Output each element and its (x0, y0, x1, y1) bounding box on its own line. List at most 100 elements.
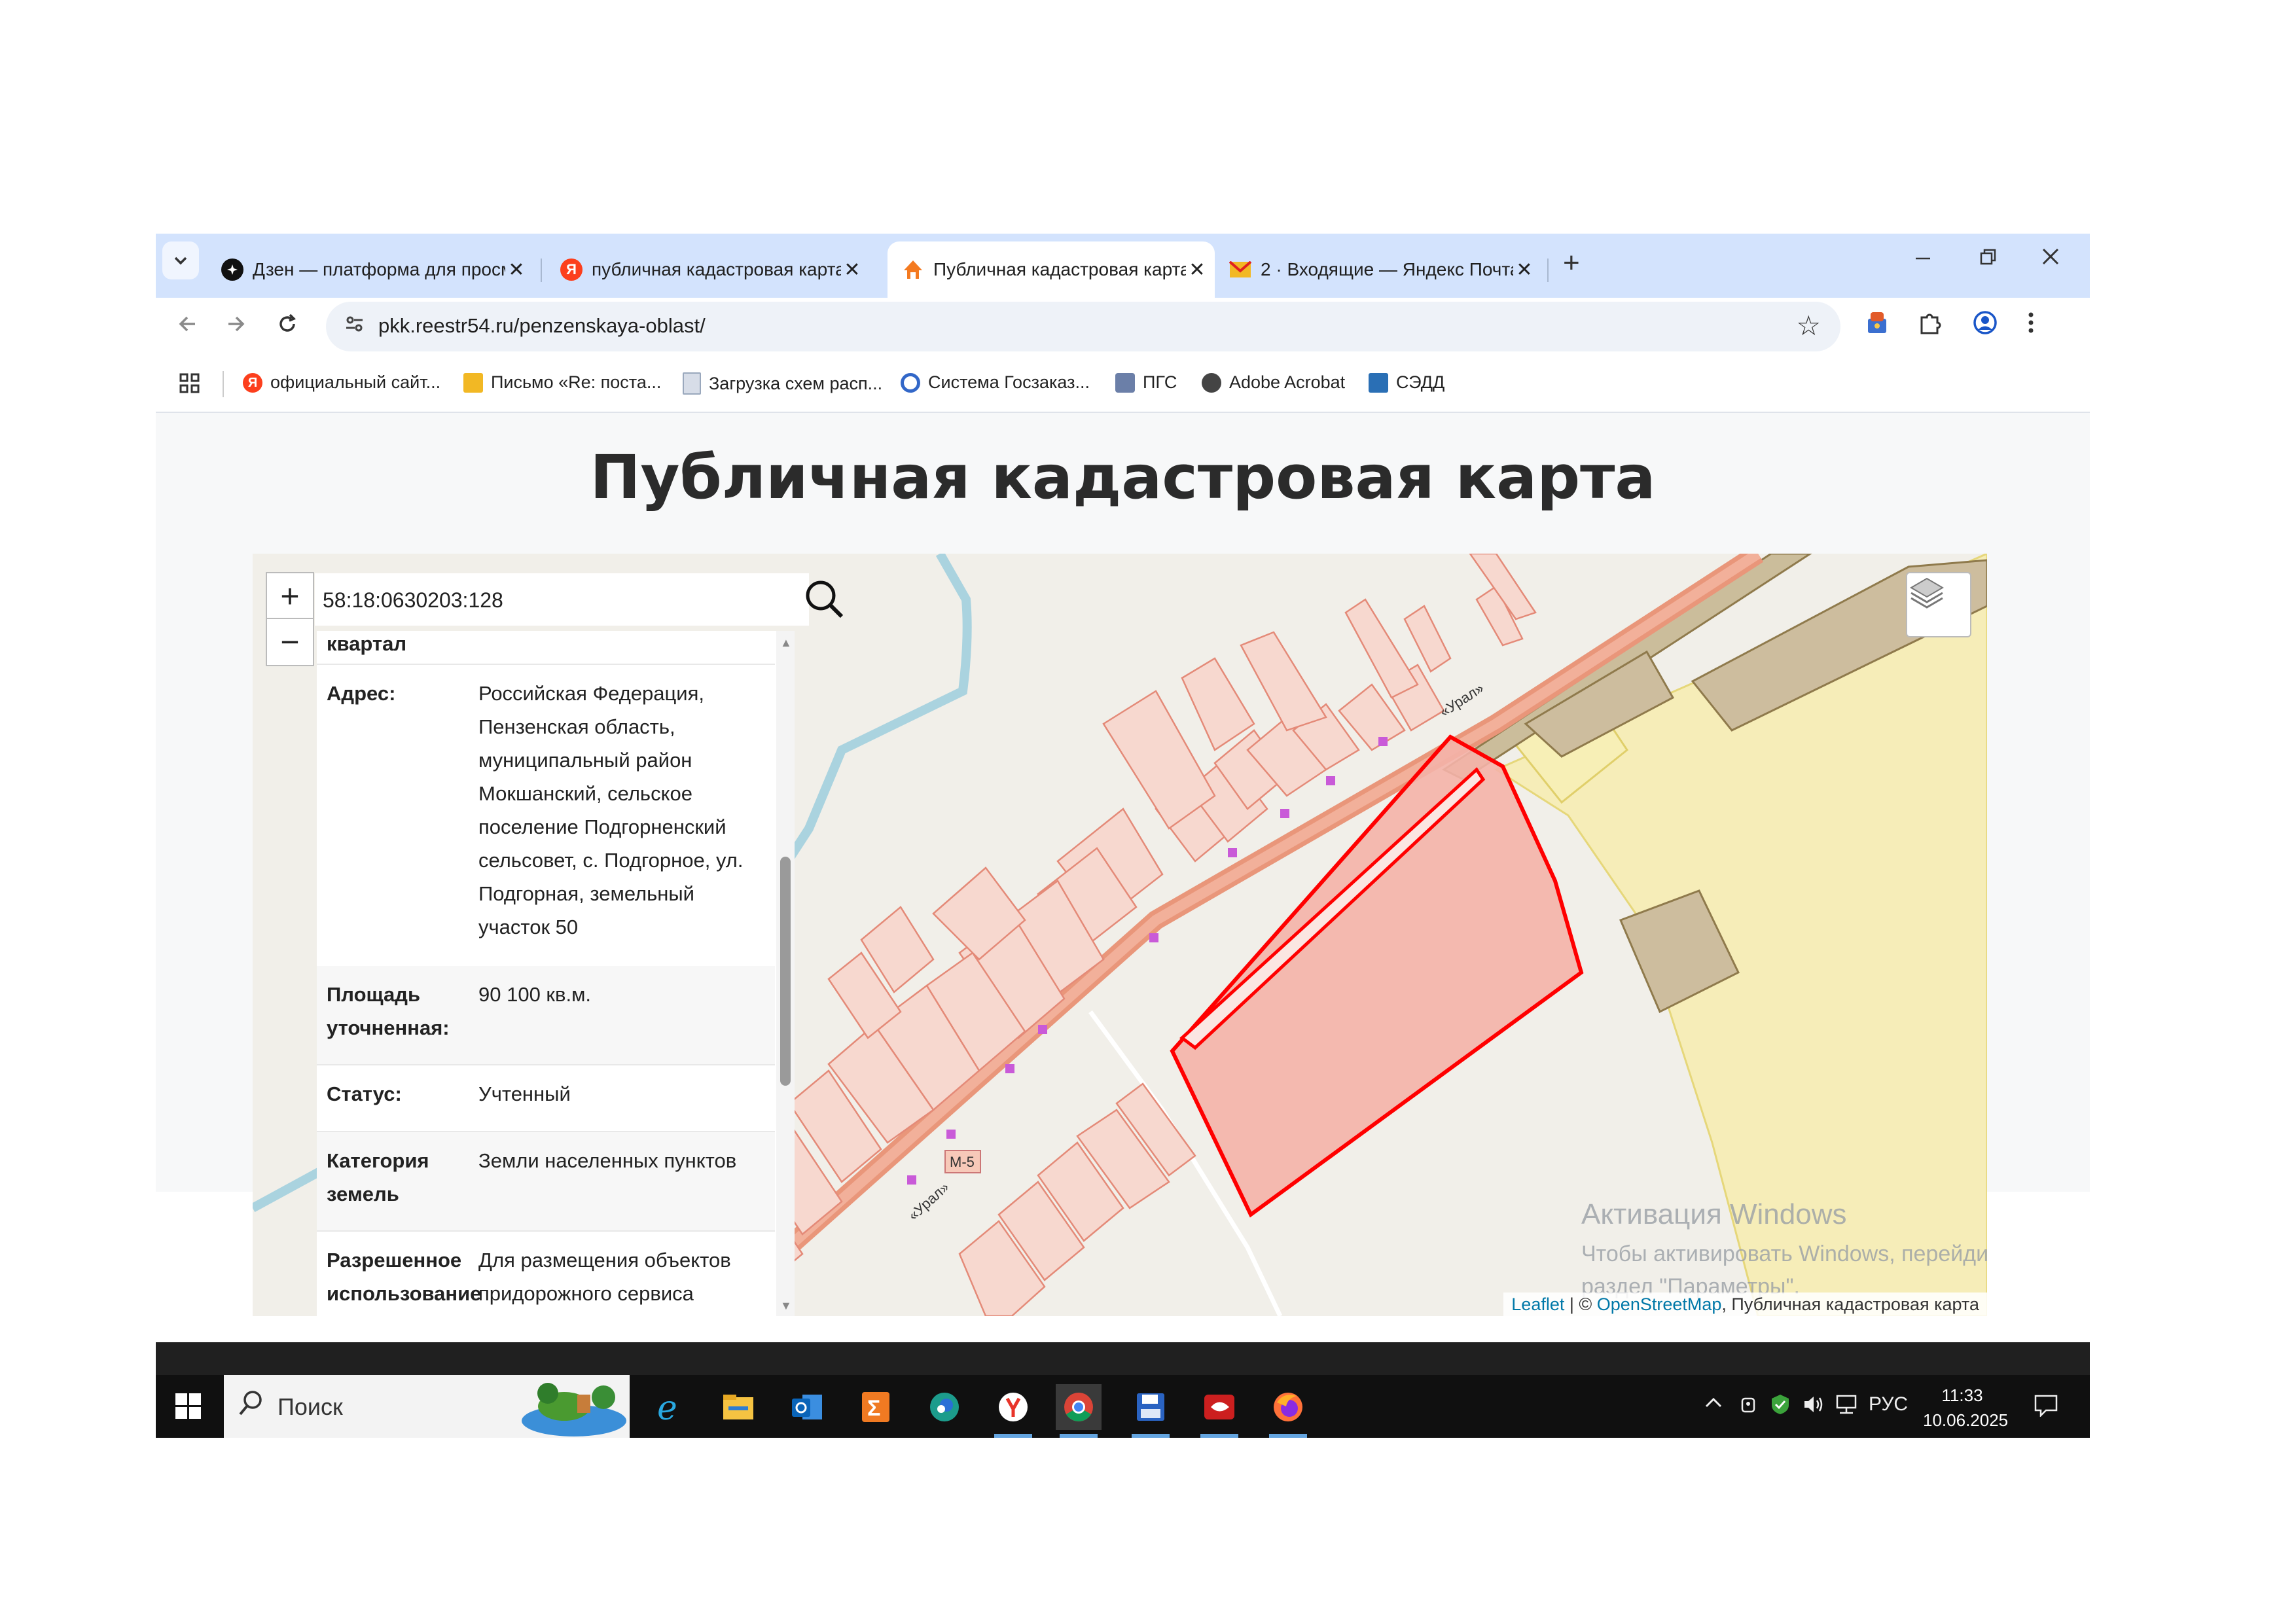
restore-icon[interactable] (1979, 244, 1998, 276)
input-language[interactable]: РУС (1869, 1393, 1908, 1416)
bookmark-1[interactable]: Письмо «Re: поста... (463, 372, 661, 393)
globe-icon (1202, 372, 1221, 393)
search-highlight-image (522, 1383, 626, 1436)
zoom-in-button[interactable]: + (266, 572, 314, 620)
info-scrollbar[interactable]: ▲ ▼ (776, 631, 795, 1316)
apps-grid-icon[interactable] (179, 372, 201, 395)
save-disk-icon[interactable] (1128, 1384, 1174, 1438)
tab-pkk-active[interactable]: Публичная кадастровая карта ✕ (888, 241, 1215, 298)
clock-date: 10.06.2025 (1923, 1410, 2009, 1430)
info-value: 90 100 кв.м. (478, 983, 591, 1006)
info-row-area: Площадь уточненная: 90 100 кв.м. (317, 966, 775, 1065)
bookmark-2[interactable]: Загрузка схем расп... (683, 372, 882, 395)
bookmark-star-icon[interactable]: ☆ (1796, 310, 1821, 342)
info-value: Учтенный (478, 1082, 571, 1105)
security-shield-icon[interactable] (1769, 1393, 1791, 1421)
network-icon[interactable] (1835, 1393, 1859, 1421)
profile-icon[interactable] (1972, 310, 1998, 342)
zoom-out-button[interactable]: − (266, 618, 314, 666)
edge-icon[interactable] (922, 1384, 967, 1430)
url-text[interactable]: pkk.reestr54.ru/penzenskaya-oblast/ (378, 314, 706, 338)
address-bar[interactable]: pkk.reestr54.ru/penzenskaya-oblast/ ☆ (326, 302, 1840, 351)
tab-title: публичная кадастровая карта (592, 259, 841, 279)
bookmark-3[interactable]: Система Госзаказ... (901, 372, 1090, 393)
menu-icon[interactable] (2024, 310, 2037, 342)
yandex-browser-icon[interactable] (990, 1384, 1036, 1438)
info-row-permitted-use: Разрешенное использование Для размещения… (317, 1232, 775, 1316)
forward-icon[interactable] (224, 312, 248, 342)
tab-search-button[interactable] (162, 241, 199, 279)
attribution-rest: , Публичная кадастровая карта (1721, 1294, 1979, 1314)
close-icon[interactable]: ✕ (505, 259, 528, 281)
cadastral-map[interactable]: «Урал» «Урал» М-5 + − квартал Адрес: (253, 554, 1987, 1316)
bookmark-divider (223, 371, 224, 397)
window-close-icon[interactable] (2041, 244, 2060, 276)
taskbar-search-label: Поиск (278, 1393, 343, 1420)
chrome-icon[interactable] (1056, 1384, 1102, 1438)
info-value: Для размещения объектов придорожного сер… (478, 1249, 731, 1305)
pkk-icon (902, 259, 924, 281)
minimize-icon[interactable] (1913, 244, 1933, 276)
back-icon[interactable] (175, 312, 199, 342)
road-shield-label: М-5 (950, 1154, 975, 1170)
tray-expand-icon[interactable] (1704, 1393, 1723, 1418)
site-info-icon[interactable] (344, 313, 365, 340)
ie-icon[interactable]: e (647, 1384, 692, 1430)
bookmark-label: Adobe Acrobat (1229, 372, 1346, 392)
doc-icon (683, 372, 701, 395)
tab-title: Дзен — платформа для просм (253, 259, 505, 279)
windows-taskbar: Поиск e Σ РУС 11:33 10.06.2025 (156, 1375, 2090, 1438)
attribution-separator: | © (1564, 1294, 1597, 1314)
toolbar: pkk.reestr54.ru/penzenskaya-oblast/ ☆ (156, 298, 2090, 357)
firefox-icon[interactable] (1265, 1384, 1311, 1438)
extensions-icon[interactable] (1916, 310, 1943, 342)
bookmark-label: Загрузка схем расп... (709, 373, 883, 393)
tab-dzen[interactable]: Дзен — платформа для просм ✕ (207, 241, 534, 298)
tab-mail[interactable]: 2 · Входящие — Яндекс Почта ✕ (1215, 241, 1542, 298)
cadastral-search[interactable] (315, 573, 844, 626)
extension-lock-icon[interactable] (1864, 310, 1890, 342)
file-explorer-icon[interactable] (715, 1384, 761, 1430)
scroll-up-icon[interactable]: ▲ (780, 636, 792, 650)
page-content: Публичная кадастровая карта «Урал» «Урал… (156, 413, 2090, 1342)
new-tab-button[interactable]: + (1563, 247, 1580, 279)
leaflet-link[interactable]: Leaflet (1511, 1294, 1564, 1314)
tab-separator (1547, 259, 1549, 282)
close-icon[interactable]: ✕ (1513, 259, 1535, 281)
bookmark-5[interactable]: Adobe Acrobat (1202, 372, 1345, 393)
close-icon[interactable]: ✕ (1186, 259, 1208, 281)
bookmark-6[interactable]: СЭДД (1369, 372, 1444, 393)
cadastral-number-input[interactable] (321, 581, 743, 619)
sum-app-icon[interactable]: Σ (853, 1384, 899, 1430)
notifications-icon[interactable] (2033, 1393, 2059, 1422)
outlook-icon[interactable] (784, 1384, 830, 1430)
bookmarks-bar: Я официальный сайт... Письмо «Re: поста.… (156, 357, 2090, 413)
reload-icon[interactable] (276, 312, 299, 342)
parcel-info-panel[interactable]: квартал Адрес: Российская Федерация, Пен… (317, 631, 795, 1316)
volume-icon[interactable] (1802, 1393, 1827, 1421)
tab-yandex-pkk[interactable]: Я публичная кадастровая карта ✕ (546, 241, 870, 298)
osm-link[interactable]: OpenStreetMap (1597, 1294, 1722, 1314)
page-bottom-bar (156, 1342, 2090, 1375)
bookmark-label: Письмо «Re: поста... (491, 372, 662, 392)
close-icon[interactable]: ✕ (841, 259, 863, 281)
page-title: Публичная кадастровая карта (590, 442, 1656, 512)
info-row-address: Адрес: Российская Федерация, Пензенская … (317, 664, 775, 967)
scrollbar-thumb[interactable] (780, 857, 791, 1086)
emblem-icon (1115, 372, 1135, 393)
taskbar-search[interactable]: Поиск (224, 1375, 630, 1438)
layers-button[interactable] (1906, 572, 1971, 637)
red-app-icon[interactable] (1196, 1384, 1242, 1438)
mail-icon (463, 372, 483, 393)
bookmark-4[interactable]: ПГС (1115, 372, 1177, 393)
bookmark-0[interactable]: Я официальный сайт... (243, 372, 440, 393)
bookmark-label: официальный сайт... (270, 372, 441, 392)
taskbar-clock[interactable]: 11:33 10.06.2025 (1923, 1383, 2009, 1433)
info-value: Российская Федерация, Пензенская область… (478, 682, 744, 938)
info-row-status: Статус: Учтенный (317, 1065, 775, 1132)
windows-start-icon[interactable] (175, 1393, 202, 1423)
scroll-down-icon[interactable]: ▼ (780, 1299, 792, 1313)
meet-now-icon[interactable] (1738, 1393, 1758, 1421)
clock-time: 11:33 (1941, 1385, 1983, 1405)
bookmark-label: Система Госзаказ... (928, 372, 1090, 392)
